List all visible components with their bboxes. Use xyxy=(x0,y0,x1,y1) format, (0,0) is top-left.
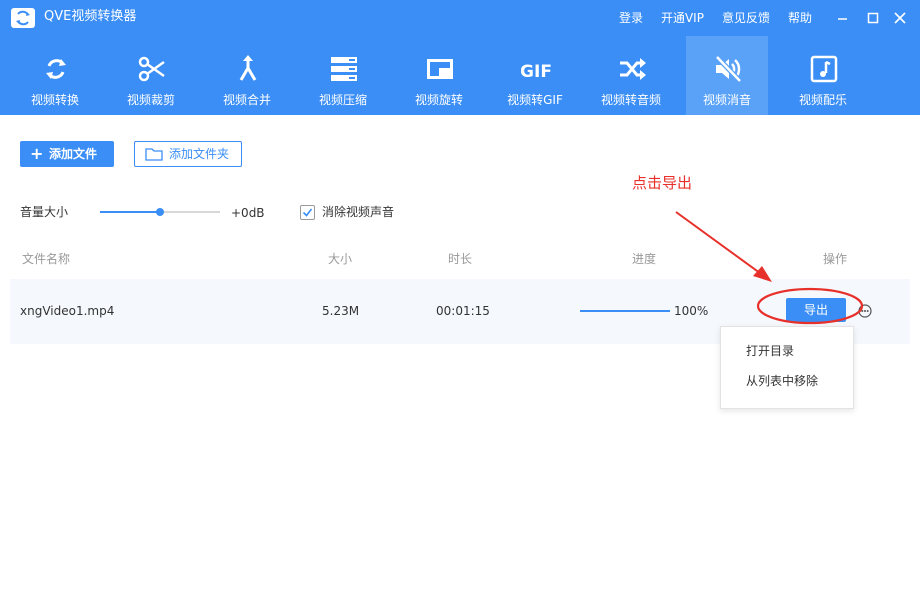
app-title: QVE视频转换器 xyxy=(44,9,137,24)
slider-thumb[interactable] xyxy=(156,208,164,216)
login-link[interactable]: 登录 xyxy=(619,10,643,26)
context-menu: 打开目录 从列表中移除 xyxy=(720,326,854,409)
add-folder-button[interactable]: 添加文件夹 xyxy=(134,141,242,167)
tab-label: 视频配乐 xyxy=(798,93,847,107)
gif-icon: GIF xyxy=(521,62,551,82)
add-file-label: 添加文件 xyxy=(49,147,98,161)
merge-icon xyxy=(239,55,257,81)
file-size-cell: 5.23M xyxy=(322,304,360,318)
tab-video-mute[interactable]: 视频消音 xyxy=(686,36,768,115)
tab-video-gif[interactable]: GIF 视频转GIF xyxy=(494,36,576,115)
more-options-icon[interactable] xyxy=(858,304,872,318)
add-file-button[interactable]: + 添加文件 xyxy=(20,141,114,167)
minimize-icon[interactable] xyxy=(836,11,850,25)
title-bar: QVE视频转换器 登录 开通VIP 意见反馈 帮助 xyxy=(0,0,920,36)
menu-item-remove-from-list[interactable]: 从列表中移除 xyxy=(746,374,818,388)
scissors-icon xyxy=(138,56,165,82)
rotate-icon xyxy=(427,59,453,79)
export-button[interactable]: 导出 xyxy=(786,298,846,322)
tool-bar: 视频转换 视频裁剪 视频合并 视频压缩 视频旋转 GIF 视频转GIF 视频转音… xyxy=(0,36,920,115)
feedback-link[interactable]: 意见反馈 xyxy=(722,10,770,26)
folder-icon xyxy=(145,148,163,161)
tab-label: 视频转GIF xyxy=(507,93,563,107)
tab-video-merge[interactable]: 视频合并 xyxy=(206,36,288,115)
volume-value: +0dB xyxy=(231,206,265,220)
volume-slider[interactable] xyxy=(100,206,220,218)
checkmark-icon xyxy=(302,208,313,217)
tab-label: 视频合并 xyxy=(222,93,271,107)
mute-icon xyxy=(715,55,742,83)
vip-link[interactable]: 开通VIP xyxy=(661,10,704,26)
annotation-arrow-line xyxy=(675,211,765,277)
column-header-operation: 操作 xyxy=(823,252,848,266)
tab-video-rotate[interactable]: 视频旋转 xyxy=(398,36,480,115)
column-header-size: 大小 xyxy=(328,252,353,266)
mute-checkbox[interactable] xyxy=(300,205,315,220)
progress-text: 100% xyxy=(674,304,709,318)
plus-icon: + xyxy=(30,144,44,163)
title-links: 登录 开通VIP 意见反馈 帮助 xyxy=(601,10,812,26)
slider-fill xyxy=(100,211,160,213)
annotation-label: 点击导出 xyxy=(632,174,693,192)
tab-video-music[interactable]: 视频配乐 xyxy=(782,36,864,115)
shuffle-icon xyxy=(620,58,646,80)
svg-text:GIF: GIF xyxy=(521,62,551,82)
tab-video-compress[interactable]: 视频压缩 xyxy=(302,36,384,115)
tab-video-crop[interactable]: 视频裁剪 xyxy=(110,36,192,115)
column-header-progress: 进度 xyxy=(632,252,657,266)
sync-icon xyxy=(46,59,66,79)
tab-label: 视频转音频 xyxy=(600,93,661,107)
file-name-cell: xngVideo1.mp4 xyxy=(20,304,115,318)
music-icon xyxy=(810,55,838,83)
menu-item-open-directory[interactable]: 打开目录 xyxy=(746,344,794,358)
column-header-name: 文件名称 xyxy=(22,252,71,266)
compress-icon xyxy=(331,57,357,81)
tab-video-to-audio[interactable]: 视频转音频 xyxy=(590,36,672,115)
maximize-icon[interactable] xyxy=(866,11,880,25)
progress-fill xyxy=(580,310,670,312)
progress-bar xyxy=(580,310,670,312)
close-icon[interactable] xyxy=(893,11,907,25)
file-duration-cell: 00:01:15 xyxy=(436,304,490,318)
tab-label: 视频裁剪 xyxy=(126,93,175,107)
tab-label: 视频旋转 xyxy=(414,93,463,107)
tab-label: 视频压缩 xyxy=(318,93,367,107)
app-logo-icon xyxy=(11,8,35,28)
volume-label: 音量大小 xyxy=(20,205,69,219)
column-header-duration: 时长 xyxy=(448,252,473,266)
tab-label: 视频消音 xyxy=(702,93,751,107)
add-folder-label: 添加文件夹 xyxy=(169,147,230,161)
help-link[interactable]: 帮助 xyxy=(788,10,812,26)
mute-checkbox-label[interactable]: 消除视频声音 xyxy=(322,205,394,219)
tab-video-convert[interactable]: 视频转换 xyxy=(14,36,96,115)
tab-label: 视频转换 xyxy=(30,93,79,107)
